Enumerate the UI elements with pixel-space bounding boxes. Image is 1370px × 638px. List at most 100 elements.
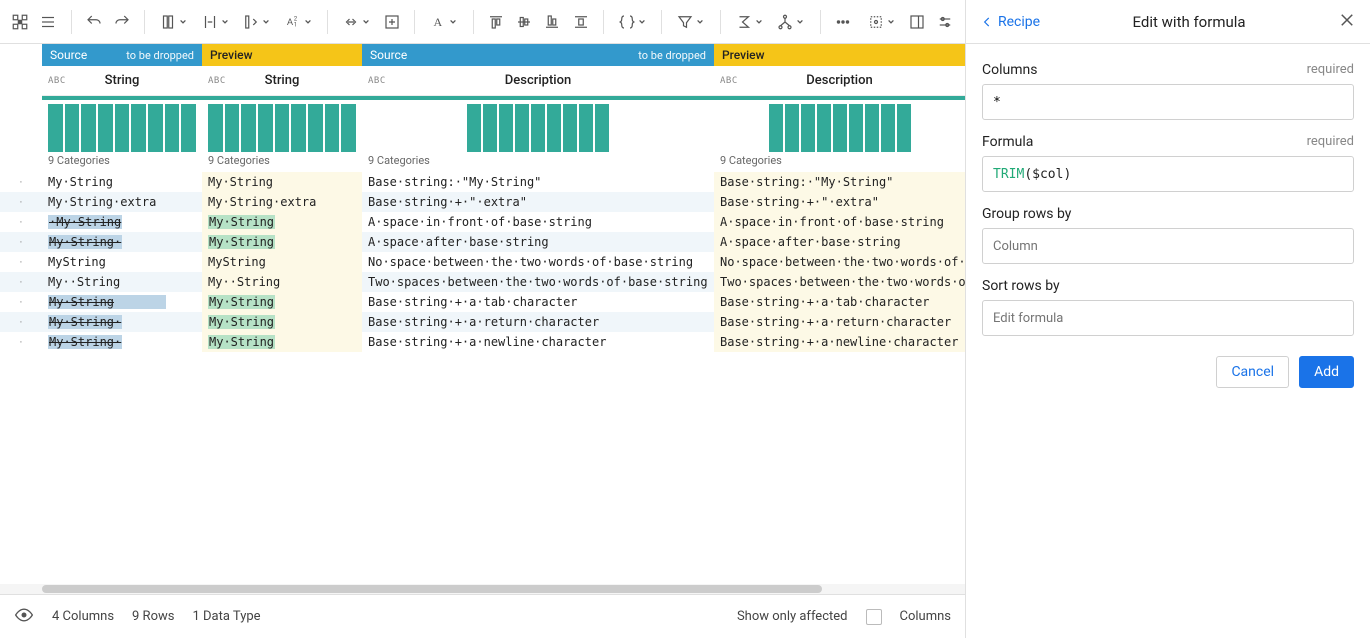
column-header[interactable]: ABC Description <box>362 66 714 96</box>
type-badge: ABC <box>208 76 226 86</box>
data-cell[interactable]: My·String <box>202 332 362 352</box>
nest-icon[interactable] <box>380 9 404 35</box>
category-count: 9 Categories <box>202 154 362 172</box>
distribute-icon[interactable] <box>568 9 592 35</box>
data-cell[interactable]: My··String <box>42 272 202 292</box>
type-badge: ABC <box>368 76 386 86</box>
column-header[interactable]: ABC String <box>42 66 202 96</box>
row-handle[interactable]: · <box>0 272 42 292</box>
data-cell[interactable]: MyString <box>202 252 362 272</box>
data-cell[interactable]: My·String <box>202 232 362 252</box>
transform-column-icon[interactable] <box>155 9 193 35</box>
row-handle[interactable]: · <box>0 232 42 252</box>
add-button[interactable]: Add <box>1299 356 1354 388</box>
status-bar: 4 Columns 9 Rows 1 Data Type Show only a… <box>0 594 965 638</box>
data-cell[interactable]: Base·string·+·"·extra" <box>714 192 965 212</box>
settings-sliders-icon[interactable] <box>933 9 957 35</box>
move-resize-icon[interactable] <box>338 9 376 35</box>
undo-icon[interactable] <box>81 9 105 35</box>
data-cell[interactable]: A·space·after·base·string <box>362 232 714 252</box>
data-cell[interactable]: My·String·extra <box>42 192 202 212</box>
row-handle[interactable]: · <box>0 252 42 272</box>
edit-formula-panel: Recipe Edit with formula Columns require… <box>965 0 1370 638</box>
data-cell[interactable]: A·space·in·front·of·base·string <box>714 212 965 232</box>
panel-title: Edit with formula <box>1040 13 1338 31</box>
text-format-icon[interactable]: A <box>425 9 463 35</box>
data-cell[interactable]: No·space·between·the·two·words·of·base·s… <box>362 252 714 272</box>
data-cell[interactable]: Base·string:·"My·String" <box>714 172 965 192</box>
data-cell[interactable]: My·String· <box>42 332 202 352</box>
show-affected-checkbox[interactable] <box>866 609 882 625</box>
align-top-icon[interactable] <box>484 9 508 35</box>
row-handle[interactable]: · <box>0 332 42 352</box>
align-bottom-icon[interactable] <box>540 9 564 35</box>
column-header[interactable]: ABC String <box>202 66 362 96</box>
histogram[interactable] <box>368 104 708 152</box>
row-handle[interactable]: · <box>0 292 42 312</box>
data-cell[interactable]: My·String· <box>42 312 202 332</box>
align-middle-icon[interactable] <box>512 9 536 35</box>
data-cell[interactable]: Base·string·+·a·newline·character <box>362 332 714 352</box>
row-count: 9 Rows <box>132 609 174 624</box>
row-handle[interactable]: · <box>0 192 42 212</box>
data-cell[interactable]: Base·string:·"My·String" <box>362 172 714 192</box>
target-icon[interactable] <box>863 9 901 35</box>
data-cell[interactable]: MyString <box>42 252 202 272</box>
sort-by-input[interactable] <box>982 300 1354 336</box>
row-handle[interactable]: · <box>0 172 42 192</box>
filter-icon[interactable] <box>672 9 710 35</box>
data-cell[interactable]: My·String <box>202 312 362 332</box>
cancel-button[interactable]: Cancel <box>1216 356 1289 388</box>
histogram[interactable] <box>720 104 959 152</box>
data-cell[interactable]: My·String <box>202 292 362 312</box>
more-icon[interactable] <box>831 9 855 35</box>
eye-icon[interactable] <box>14 605 34 629</box>
data-cell[interactable]: My·String· <box>42 232 202 252</box>
redo-icon[interactable] <box>110 9 134 35</box>
histogram[interactable] <box>48 104 196 152</box>
data-cell[interactable]: Base·string·+·a·tab·character <box>714 292 965 312</box>
data-cell[interactable]: Base·string·+·a·return·character <box>714 312 965 332</box>
sigma-icon[interactable] <box>731 9 769 35</box>
formula-input[interactable]: TRIM($col) <box>982 156 1354 192</box>
data-cell[interactable]: My·String <box>202 212 362 232</box>
svg-text:A: A <box>434 14 443 28</box>
data-cell[interactable]: My·String <box>202 172 362 192</box>
data-cell[interactable]: My·String·extra <box>202 192 362 212</box>
braces-icon[interactable] <box>614 9 652 35</box>
group-by-input[interactable] <box>982 228 1354 264</box>
profile-pane-icon[interactable] <box>905 9 929 35</box>
svg-text:2: 2 <box>293 15 297 22</box>
row-handle[interactable]: · <box>0 212 42 232</box>
row-handle[interactable]: · <box>0 312 42 332</box>
back-to-recipe-link[interactable]: Recipe <box>980 14 1040 30</box>
formula-field-label: Formula <box>982 134 1033 150</box>
columns-input[interactable] <box>982 84 1354 120</box>
data-cell[interactable]: No·space·between·the·two·words·of·base·s… <box>714 252 965 272</box>
data-cell[interactable]: Base·string·+·a·newline·character <box>714 332 965 352</box>
data-cell[interactable]: Two·spaces·between·the·two·words·of·base… <box>362 272 714 292</box>
data-cell[interactable]: My·String <box>42 292 202 312</box>
list-view-icon[interactable] <box>36 9 60 35</box>
hierarchy-icon[interactable] <box>772 9 810 35</box>
data-cell[interactable]: Base·string·+·"·extra" <box>362 192 714 212</box>
required-indicator: required <box>1307 62 1354 78</box>
data-cell[interactable]: Base·string·+·a·tab·character <box>362 292 714 312</box>
column-header[interactable]: ABC Description <box>714 66 965 96</box>
data-cell[interactable]: ·My·String <box>42 212 202 232</box>
grid-view-icon[interactable] <box>8 9 32 35</box>
svg-text:A: A <box>287 17 293 27</box>
format-column-icon[interactable]: A12 <box>280 9 318 35</box>
close-icon[interactable] <box>1338 11 1356 33</box>
data-cell[interactable]: Base·string·+·a·return·character <box>362 312 714 332</box>
horizontal-scrollbar[interactable] <box>0 584 965 594</box>
split-column-icon[interactable] <box>238 9 276 35</box>
data-cell[interactable]: My··String <box>202 272 362 292</box>
data-cell[interactable]: My·String <box>42 172 202 192</box>
column-status-preview: Preview <box>202 44 362 66</box>
merge-columns-icon[interactable] <box>197 9 235 35</box>
histogram[interactable] <box>208 104 356 152</box>
data-cell[interactable]: A·space·in·front·of·base·string <box>362 212 714 232</box>
data-cell[interactable]: Two·spaces·between·the·two·words·of <box>714 272 965 292</box>
data-cell[interactable]: A·space·after·base·string <box>714 232 965 252</box>
